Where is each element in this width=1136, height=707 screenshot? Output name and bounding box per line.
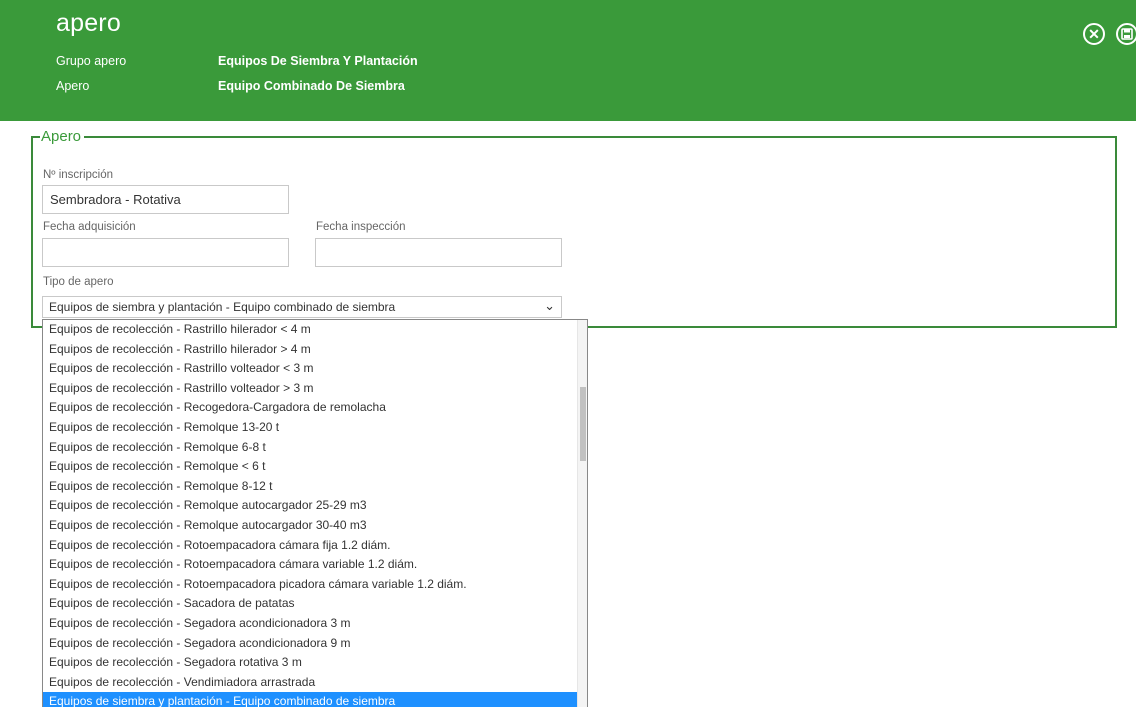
tipo-apero-dropdown-list: Equipos de recolección - Rastrillo hiler… <box>42 319 588 707</box>
dropdown-option[interactable]: Equipos de recolección - Rotoempacadora … <box>43 536 579 556</box>
dropdown-option[interactable]: Equipos de recolección - Segadora acondi… <box>43 614 579 634</box>
dropdown-option[interactable]: Equipos de recolección - Sacadora de pat… <box>43 594 579 614</box>
fecha-inspeccion-label: Fecha inspección <box>316 221 406 233</box>
dropdown-option[interactable]: Equipos de recolección - Rastrillo volte… <box>43 379 579 399</box>
inscripcion-label: Nº inscripción <box>43 169 114 181</box>
tipo-apero-label: Tipo de apero <box>43 276 114 288</box>
fecha-adquisicion-label: Fecha adquisición <box>43 221 136 233</box>
dropdown-option[interactable]: Equipos de recolección - Rastrillo volte… <box>43 359 579 379</box>
tipo-apero-select[interactable]: Equipos de siembra y plantación - Equipo… <box>42 296 562 318</box>
dropdown-option[interactable]: Equipos de recolección - Remolque autoca… <box>43 496 579 516</box>
header-row-value: Equipo Combinado De Siembra <box>218 79 405 93</box>
dropdown-option[interactable]: Equipos de recolección - Remolque < 6 t <box>43 457 579 477</box>
dropdown-option[interactable]: Equipos de recolección - Rotoempacadora … <box>43 555 579 575</box>
dropdown-option[interactable]: Equipos de recolección - Recogedora-Carg… <box>43 398 579 418</box>
dropdown-scrollbar[interactable] <box>577 320 587 707</box>
save-circle-icon[interactable] <box>1116 23 1136 45</box>
dropdown-option[interactable]: Equipos de siembra y plantación - Equipo… <box>43 692 579 707</box>
dropdown-option[interactable]: Equipos de recolección - Segadora acondi… <box>43 634 579 654</box>
dropdown-option[interactable]: Equipos de recolección - Remolque autoca… <box>43 516 579 536</box>
header-row-label: Apero <box>56 79 90 93</box>
dropdown-option[interactable]: Equipos de recolección - Rastrillo hiler… <box>43 320 579 340</box>
inscripcion-input[interactable] <box>42 185 289 214</box>
dropdown-options: Equipos de recolección - Rastrillo hiler… <box>43 320 579 707</box>
tipo-apero-selected-value: Equipos de siembra y plantación - Equipo… <box>49 300 396 314</box>
header-bar: apero Grupo apero Equipos De Siembra Y P… <box>0 0 1136 121</box>
scrollbar-thumb[interactable] <box>580 387 586 461</box>
dropdown-option[interactable]: Equipos de recolección - Remolque 8-12 t <box>43 477 579 497</box>
close-circle-icon[interactable]: ✕ <box>1083 23 1105 45</box>
floppy-icon <box>1121 28 1133 40</box>
dropdown-option[interactable]: Equipos de recolección - Remolque 13-20 … <box>43 418 579 438</box>
app-title: apero <box>56 9 121 37</box>
header-row-value: Equipos De Siembra Y Plantación <box>218 54 418 68</box>
header-row-label: Grupo apero <box>56 54 127 68</box>
fecha-adquisicion-input[interactable] <box>42 238 289 267</box>
apero-legend: Apero <box>40 128 85 145</box>
dropdown-option[interactable]: Equipos de recolección - Rastrillo hiler… <box>43 340 579 360</box>
dropdown-option[interactable]: Equipos de recolección - Segadora rotati… <box>43 653 579 673</box>
chevron-down-icon[interactable]: ⌄ <box>544 298 555 314</box>
dropdown-option[interactable]: Equipos de recolección - Rotoempacadora … <box>43 575 579 595</box>
dropdown-option[interactable]: Equipos de recolección - Remolque 6-8 t <box>43 438 579 458</box>
fecha-inspeccion-input[interactable] <box>315 238 562 267</box>
dropdown-option[interactable]: Equipos de recolección - Vendimiadora ar… <box>43 673 579 693</box>
